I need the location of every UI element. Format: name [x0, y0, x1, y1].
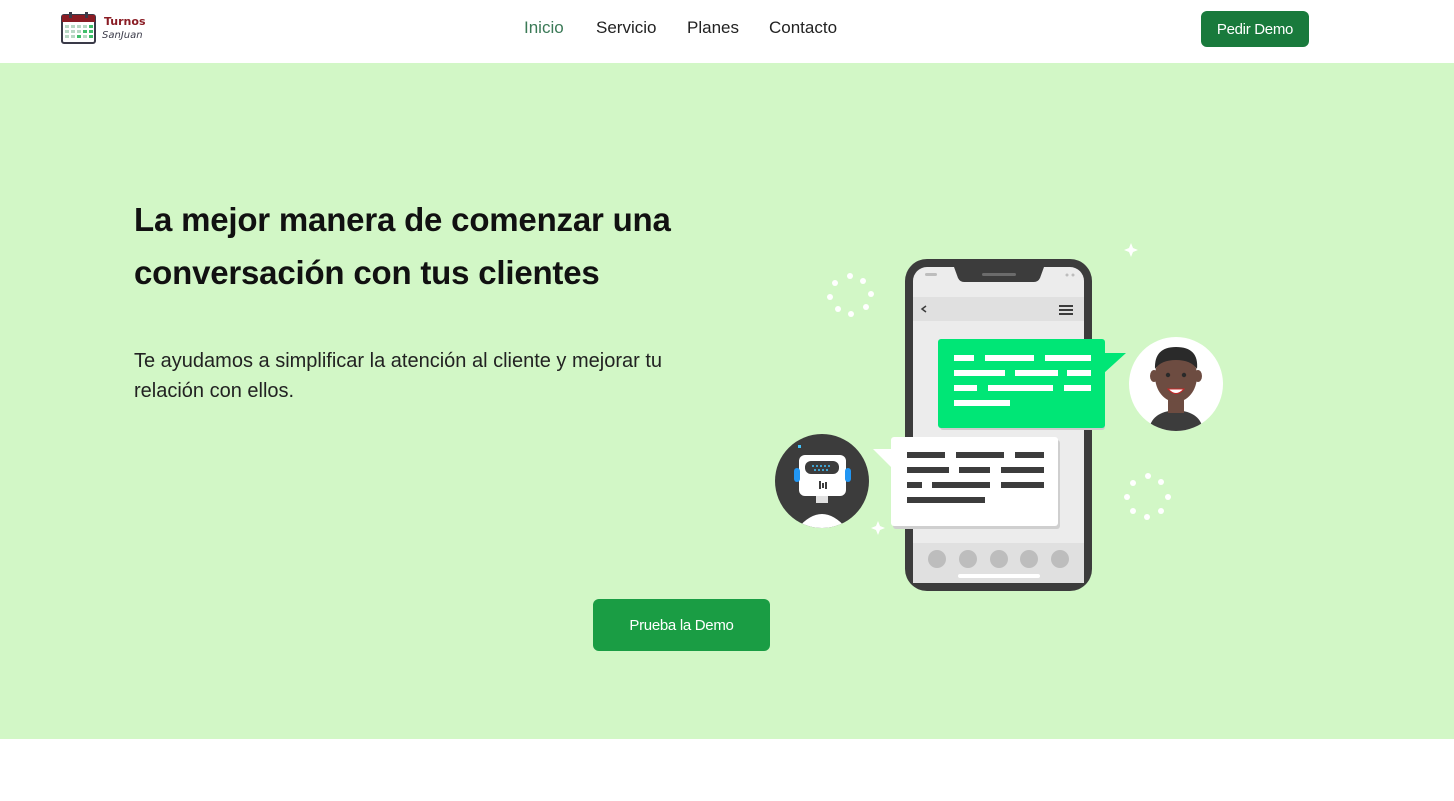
try-demo-button[interactable]: Prueba la Demo	[593, 599, 770, 651]
chat-bubble-icon	[938, 339, 1126, 430]
robot-avatar-icon	[775, 434, 869, 528]
nav-link-servicio[interactable]: Servicio	[596, 18, 656, 38]
hero-section: La mejor manera de comenzar una conversa…	[0, 63, 1454, 739]
nav-link-contacto[interactable]: Contacto	[769, 18, 837, 38]
chatbot-illustration	[775, 243, 1223, 591]
nav-link-planes[interactable]: Planes	[687, 18, 739, 38]
navbar: Turnos SanJuan Inicio Servicio Planes Co…	[0, 0, 1454, 63]
nav-link-inicio[interactable]: Inicio	[524, 18, 564, 38]
chat-bubble-icon	[873, 437, 1060, 529]
user-avatar-icon	[1129, 337, 1223, 431]
request-demo-button[interactable]: Pedir Demo	[1201, 11, 1309, 47]
hero-title: La mejor manera de comenzar una conversa…	[134, 201, 671, 291]
hero-subtitle: Te ayudamos a simplificar la atención al…	[134, 350, 663, 402]
